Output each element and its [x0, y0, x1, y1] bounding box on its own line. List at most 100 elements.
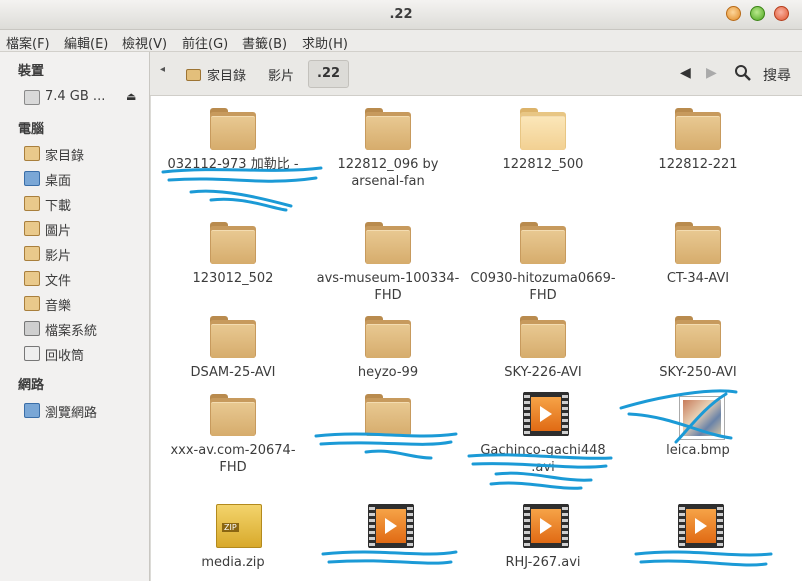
sidebar-item-desktop[interactable]: 桌面: [24, 169, 148, 189]
file-item[interactable]: RHJ-267.avi: [468, 504, 618, 581]
file-item[interactable]: ZIP media.zip: [158, 504, 308, 581]
videos-icon: [24, 246, 40, 261]
file-item[interactable]: 122812-221: [623, 106, 773, 206]
file-item[interactable]: 032112-973 加勒比 -: [158, 106, 308, 206]
image-file-icon: [679, 396, 725, 440]
computer-header: 電腦: [18, 122, 45, 137]
breadcrumb-label: 家目錄: [207, 69, 247, 84]
folder-icon: [210, 106, 256, 150]
minimize-button[interactable]: [726, 6, 741, 21]
sidebar-item-filesystem[interactable]: 檔案系統: [24, 319, 148, 339]
menu-file[interactable]: 檔案(F): [6, 33, 50, 52]
breadcrumb-home[interactable]: 家目錄: [178, 60, 254, 88]
folder-icon: [675, 220, 721, 264]
devices-header: 裝置: [18, 64, 45, 79]
file-item[interactable]: 123012_502: [158, 220, 308, 320]
video-file-icon: [523, 504, 569, 548]
close-button[interactable]: [774, 6, 789, 21]
home-folder-icon: [24, 146, 40, 161]
folder-icon: [210, 220, 256, 264]
home-folder-icon: [186, 69, 201, 81]
folder-icon: [520, 314, 566, 358]
menu-help[interactable]: 求助(H): [302, 33, 348, 52]
file-item[interactable]: leica.bmp: [623, 392, 773, 492]
back-arrow-icon[interactable]: ◀: [680, 65, 691, 81]
file-name: RHJ-267.avi: [505, 555, 581, 570]
file-name: DSAM-25-AVI: [190, 365, 276, 380]
file-item[interactable]: CT-34-AVI: [623, 220, 773, 320]
sidebar-item-label: 文件: [45, 274, 72, 289]
sidebar-item-trash[interactable]: 回收筒: [24, 344, 148, 364]
video-file-icon: [523, 392, 569, 436]
folder-icon: [365, 106, 411, 150]
folder-icon: [365, 314, 411, 358]
menu-go[interactable]: 前往(G): [182, 33, 228, 52]
documents-icon: [24, 271, 40, 286]
folder-icon: [210, 314, 256, 358]
file-item[interactable]: 122812_096 by arsenal-fan: [313, 106, 463, 206]
sidebar-item-downloads[interactable]: 下載: [24, 194, 148, 214]
file-name: leica.bmp: [666, 443, 730, 458]
folder-icon: [520, 220, 566, 264]
network-icon: [24, 403, 40, 418]
sidebar-item-home[interactable]: 家目錄: [24, 144, 148, 164]
file-name: Gachinco-gachi448 .avi: [480, 443, 606, 475]
folder-icon: [520, 106, 566, 150]
filesystem-icon: [24, 321, 40, 336]
sidebar-item-music[interactable]: 音樂: [24, 294, 148, 314]
sidebar-item-label: 檔案系統: [45, 324, 98, 339]
sidebar-item-documents[interactable]: 文件: [24, 269, 148, 289]
location-toolbar: ◂ 家目錄 影片 .22 ◀ ▶ 搜尋: [150, 52, 802, 96]
video-file-icon: [678, 504, 724, 548]
folder-icon: [675, 314, 721, 358]
menu-edit[interactable]: 編輯(E): [64, 33, 108, 52]
folder-icon: [365, 392, 411, 436]
network-header: 網路: [18, 378, 45, 393]
search-icon[interactable]: [734, 64, 752, 86]
file-item[interactable]: [313, 504, 463, 581]
file-grid: 032112-973 加勒比 - 122812_096 by arsenal-f…: [151, 96, 802, 581]
file-name: heyzo-99: [357, 365, 419, 380]
file-name: avs-museum-100334-FHD: [316, 271, 460, 303]
file-item[interactable]: C0930-hitozuma0669-FHD: [468, 220, 618, 320]
file-item[interactable]: xxx-av.com-20674-FHD: [158, 392, 308, 492]
trash-icon: [24, 346, 40, 361]
breadcrumb-label: .22: [317, 66, 341, 81]
sidebar-item-network[interactable]: 瀏覽網路: [24, 401, 148, 421]
eject-icon[interactable]: ⏏: [126, 90, 136, 103]
sidebar-item-label: 瀏覽網路: [45, 406, 98, 421]
menu-view[interactable]: 檢視(V): [122, 33, 167, 52]
sidebar: 裝置 7.4 GB ... ⏏ 電腦 家目錄 桌面 下載 圖片 影片 文件 音樂…: [0, 52, 150, 581]
breadcrumb-current[interactable]: .22: [308, 60, 350, 88]
sidebar-item-label: 7.4 GB ...: [45, 89, 106, 104]
music-icon: [24, 296, 40, 311]
sidebar-item-pictures[interactable]: 圖片: [24, 219, 148, 239]
file-item[interactable]: Gachinco-gachi448 .avi: [468, 392, 618, 492]
search-button[interactable]: 搜尋: [763, 65, 791, 85]
file-name: CT-34-AVI: [666, 271, 730, 286]
sidebar-item-label: 影片: [45, 249, 72, 264]
file-name: media.zip: [201, 555, 265, 570]
file-item[interactable]: 122812_500: [468, 106, 618, 206]
forward-arrow-icon[interactable]: ▶: [706, 65, 717, 81]
file-name: 032112-973 加勒比 -: [167, 157, 299, 172]
breadcrumb-left-arrow-icon[interactable]: ◂: [160, 64, 165, 75]
maximize-button[interactable]: [750, 6, 765, 21]
file-item[interactable]: avs-museum-100334-FHD: [313, 220, 463, 320]
folder-icon: [675, 106, 721, 150]
sidebar-item-label: 音樂: [45, 299, 72, 314]
sidebar-item-videos[interactable]: 影片: [24, 244, 148, 264]
drive-icon: [24, 90, 40, 105]
breadcrumb-videos[interactable]: 影片: [260, 60, 302, 88]
sidebar-item-label: 家目錄: [45, 149, 85, 164]
file-item[interactable]: [313, 392, 463, 492]
menu-bookmarks[interactable]: 書籤(B): [242, 33, 287, 52]
video-file-icon: [368, 504, 414, 548]
file-name: xxx-av.com-20674-FHD: [170, 443, 296, 475]
downloads-icon: [24, 196, 40, 211]
file-item[interactable]: [623, 504, 773, 581]
sidebar-item-label: 圖片: [45, 224, 72, 239]
file-name: 122812-221: [658, 157, 738, 172]
file-name: SKY-250-AVI: [659, 365, 737, 380]
folder-icon: [210, 392, 256, 436]
